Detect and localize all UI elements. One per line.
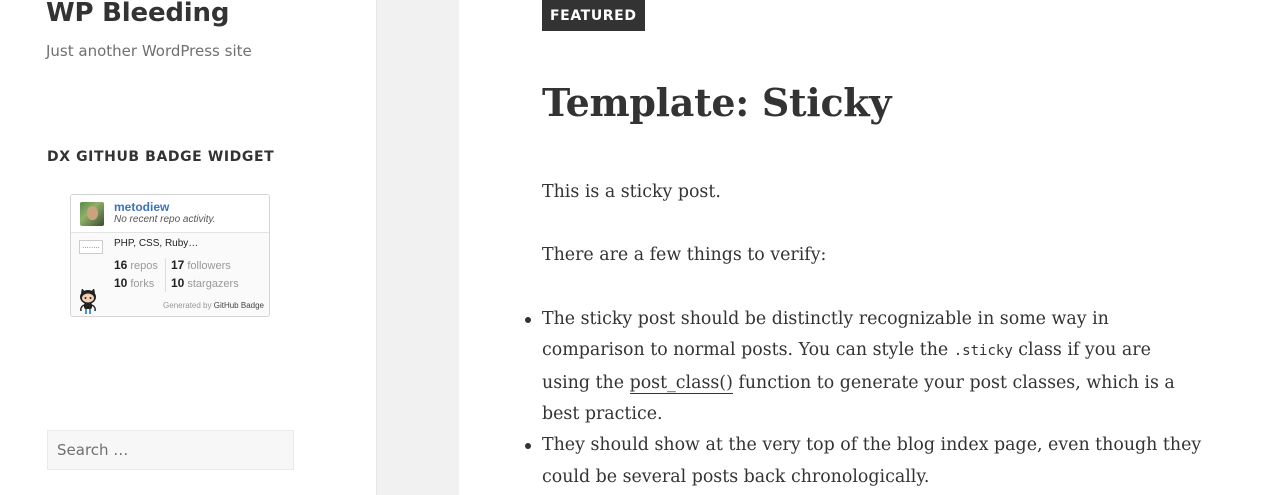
stat-stargazers-value: 10 [171,276,185,290]
search-input[interactable] [47,430,294,470]
stat-forks: 10 forks [114,276,154,290]
site-description: Just another WordPress site [46,42,252,60]
badge-username[interactable]: metodiew [114,200,169,214]
stat-stargazers: 10 stargazers [171,276,239,290]
repo-placeholder: ........ [79,240,103,254]
stat-followers-label: followers [187,260,231,272]
badge-languages: PHP, CSS, Ruby… [114,238,199,249]
badge-activity: No recent repo activity. [114,214,216,225]
widget-title: DX GITHUB BADGE WIDGET [47,149,275,165]
octocat-icon [80,289,96,314]
stat-followers: 17 followers [171,258,231,272]
badge-header: metodiew No recent repo activity. [71,195,269,233]
list-item: They should show at the very top of the … [525,430,1202,493]
badge-footer-prefix: Generated by [163,301,212,310]
post-paragraph: There are a few things to verify: [542,245,827,266]
badge-footer: Generated by GitHub Badge [163,301,264,310]
stat-followers-value: 17 [171,258,185,272]
post-paragraph: This is a sticky post. [542,182,721,202]
github-badge: metodiew No recent repo activity. ......… [70,194,270,317]
post-title[interactable]: Template: Sticky [542,80,891,125]
post-content: This is a sticky post. There are a few t… [525,177,1202,493]
stat-repos-label: repos [130,260,158,272]
stat-forks-value: 10 [114,276,128,290]
post-bullet-list: The sticky post should be distinctly rec… [525,304,1202,493]
avatar-icon[interactable] [80,202,104,226]
bullet-text: They should show at the very top of the … [542,435,1202,487]
list-item: The sticky post should be distinctly rec… [525,304,1202,431]
stat-divider [165,258,166,292]
site-title[interactable]: WP Bleeding [46,0,229,28]
stat-repos: 16 repos [114,258,158,272]
badge-stats: 16 repos 10 forks 17 followers 10 stargazers [114,258,264,292]
stat-repos-value: 16 [114,258,128,272]
sidebar: WP Bleeding Just another WordPress site … [0,0,377,495]
code-sticky: .sticky [953,343,1013,360]
stat-stargazers-label: stargazers [187,278,239,290]
post-class-link[interactable]: post_class() [629,372,733,394]
github-badge-link[interactable]: GitHub Badge [214,301,264,310]
stat-forks-label: forks [130,278,155,290]
featured-badge: FEATURED [542,0,645,31]
